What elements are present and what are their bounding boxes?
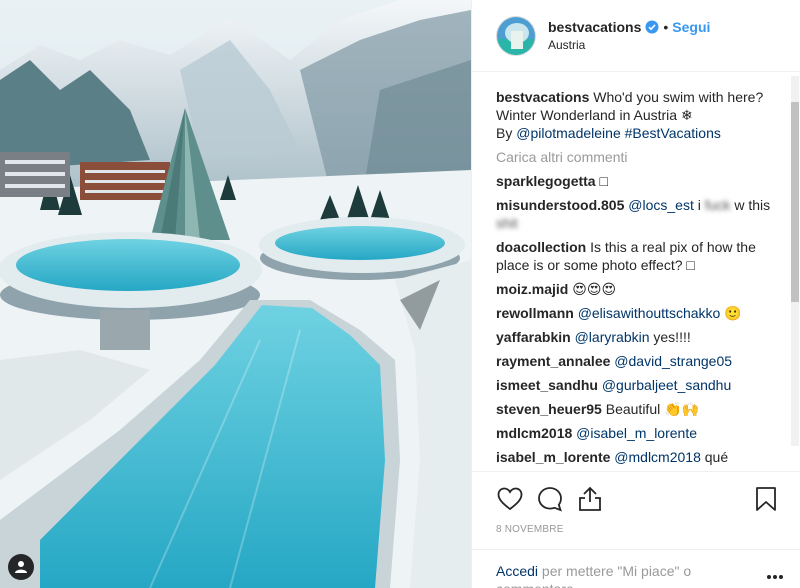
comment-username[interactable]: ismeet_sandhu [496,377,598,393]
comment-username[interactable]: moiz.majid [496,281,568,297]
comment-username[interactable]: misunderstood.805 [496,197,624,213]
post-header: bestvacations • Segui Austria [472,0,800,72]
comment-username[interactable]: doacollection [496,239,586,255]
comment-mention[interactable]: @david_strange05 [614,353,732,369]
comment-text: i [697,197,701,213]
comment-item: sparklegogetta □ [496,172,776,190]
comments-scrollbar[interactable] [791,76,799,446]
comment-username[interactable]: rayment_annalee [496,353,610,369]
post-photo[interactable] [0,0,471,588]
post-details-panel: bestvacations • Segui Austria bestvacati… [471,0,800,588]
comment-text: qué [704,449,729,465]
heart-icon[interactable] [496,485,524,513]
post-actions: 8 novembre Accedi per mettere "Mi piace"… [472,471,800,588]
comment-mention[interactable]: @laryrabkin [575,329,650,345]
resort-pool-image [0,0,471,588]
caption-username[interactable]: bestvacations [496,89,589,105]
comment-text: □ [599,173,608,189]
caption-mention[interactable]: @pilotmadeleine [516,125,621,141]
author-username[interactable]: bestvacations [548,19,641,35]
avatar[interactable] [496,15,536,56]
comment-mention[interactable]: @gurbaljeet_sandhu [602,377,731,393]
follow-button[interactable]: Segui [672,19,710,35]
caption-hashtag[interactable]: #BestVacations [625,125,721,141]
verified-badge-icon [645,20,659,34]
share-icon[interactable] [576,485,604,513]
comment-text: Beautiful 👏🙌 [605,401,699,417]
comment-item: misunderstood.805 @locs_est i fuck w thi… [496,196,776,232]
comment-item: yaffarabkin @laryrabkin yes!!!! [496,328,776,346]
scrollbar-thumb[interactable] [791,102,799,302]
comment-mention[interactable]: @elisawithouttschakko [578,305,721,321]
comment-mention[interactable]: @locs_est [628,197,694,213]
comment-item: rewollmann @elisawithouttschakko 🙂 [496,304,776,322]
action-icons [496,472,784,520]
caption-by: By [496,125,513,141]
comment-text-after: w this [734,197,771,213]
instagram-post: bestvacations • Segui Austria bestvacati… [0,0,800,588]
censored-word: fuck [704,197,731,213]
comment-text: yes!!!! [653,329,691,345]
comment-item: doacollection Is this a real pix of how … [496,238,776,274]
load-more-comments-button[interactable]: Carica altri commenti [496,148,776,166]
comment-item: moiz.majid 😍😍😍 [496,280,776,298]
user-tag-icon[interactable] [8,554,34,580]
comment-item: steven_heuer95 Beautiful 👏🙌 [496,400,776,418]
comment-mention[interactable]: @isabel_m_lorente [576,425,697,441]
bookmark-icon[interactable] [752,485,780,513]
comment-username[interactable]: isabel_m_lorente [496,449,610,465]
login-link[interactable]: Accedi [496,563,538,579]
comments-list[interactable]: bestvacations Who'd you swim with here? … [472,72,800,471]
comment-text: 😍😍😍 [572,281,617,297]
comment-item: isabel_m_lorente @mdlcm2018 qué [496,448,776,466]
comment-username[interactable]: rewollmann [496,305,574,321]
comment-username[interactable]: yaffarabkin [496,329,571,345]
comment-text: 🙂 [724,305,742,321]
comment-item: mdlcm2018 @isabel_m_lorente [496,424,776,442]
location-link[interactable]: Austria [548,38,710,52]
post-date[interactable]: 8 novembre [496,524,784,535]
comment-username[interactable]: mdlcm2018 [496,425,572,441]
post-header-text: bestvacations • Segui Austria [548,19,710,52]
comment-item: ismeet_sandhu @gurbaljeet_sandhu [496,376,776,394]
comment-username[interactable]: sparklegogetta [496,173,596,189]
separator-dot: • [663,19,669,35]
comment-item: rayment_annalee @david_strange05 [496,352,776,370]
login-prompt: Accedi per mettere "Mi piace" o commenta… [472,549,800,588]
comment-username[interactable]: steven_heuer95 [496,401,602,417]
censored-word: shit [496,215,518,231]
more-options-icon[interactable] [766,566,784,584]
comment-icon[interactable] [536,485,564,513]
comment-mention[interactable]: @mdlcm2018 [614,449,701,465]
post-caption: bestvacations Who'd you swim with here? … [496,88,776,142]
